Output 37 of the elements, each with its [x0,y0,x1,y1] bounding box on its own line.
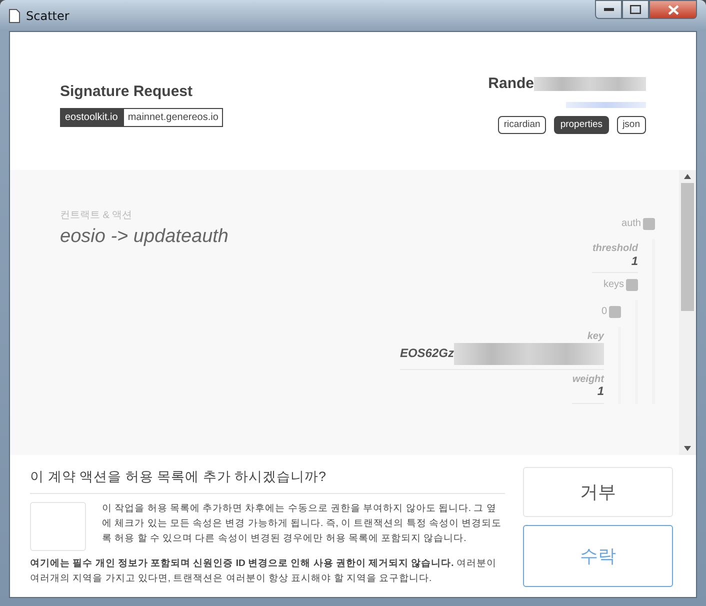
section-caption: 컨트랙트 & 액션 [60,209,134,223]
property-checkbox[interactable] [626,278,638,291]
whitelist-question: 이 계약 액션을 허용 목록에 추가 하시겠습니까? [30,467,505,494]
property-label: weight [572,374,604,386]
origin-tag: eostoolkit.io [60,108,123,126]
property-label: 0 [601,305,607,320]
account-name: Rande [488,74,534,94]
network-tag: mainnet.genereos.io [122,108,224,126]
property-checkbox[interactable] [609,306,621,318]
maximize-icon [630,5,641,14]
dialog-title: Signature Request [60,82,194,102]
deny-button[interactable]: 거부 [523,467,673,517]
scroll-down-icon[interactable] [684,446,691,451]
property-label: key [586,331,604,343]
close-button[interactable] [649,0,697,19]
property-label: keys [603,278,624,292]
close-icon [668,4,678,14]
minimize-icon [604,8,614,12]
window-title: Scatter [26,8,70,24]
action-name: eosio -> updateauth [60,225,228,249]
view-tab[interactable]: properties [554,116,609,134]
property-label: threshold [592,243,638,254]
minimize-button[interactable] [595,0,622,19]
view-tab[interactable]: json [616,116,646,134]
whitelist-notice: 여기에는 필수 개인 정보가 포함되며 신원인증 ID 변경으로 인해 사용 권한이 제거되지 않습니다. 여러분이 여러개의 지역을 가지고 있다면, 트랜잭션은 여러분이 항상 표시해야 할 지역을 요구합니다. [30,557,498,586]
property-value: 1 [597,385,604,400]
whitelist-description: 이 작업을 허용 목록에 추가하면 차후에는 수동으로 권한을 부여하지 않아도 됩니다. 그 옆에 체크가 있는 모든 속성은 변경 가능하게 됩니다. 즉, 이 트랜잭션의 특정 속성이 변경되도록 허용 할 수 있으며 다른 속성이 변경된 경우에만 허용 목록에 포함되지 않습니다. [102,502,503,546]
property-checkbox[interactable] [643,218,655,230]
property-value: 1 [631,254,638,268]
scrollbar[interactable] [679,170,696,455]
document-icon [9,8,20,22]
maximize-button[interactable] [622,0,649,19]
whitelist-checkbox[interactable] [30,502,86,552]
property-value: EOS62Gz [400,346,454,361]
scroll-up-icon[interactable] [684,174,691,179]
view-tab[interactable]: ricardian [498,116,546,134]
property-label: auth [622,217,641,231]
